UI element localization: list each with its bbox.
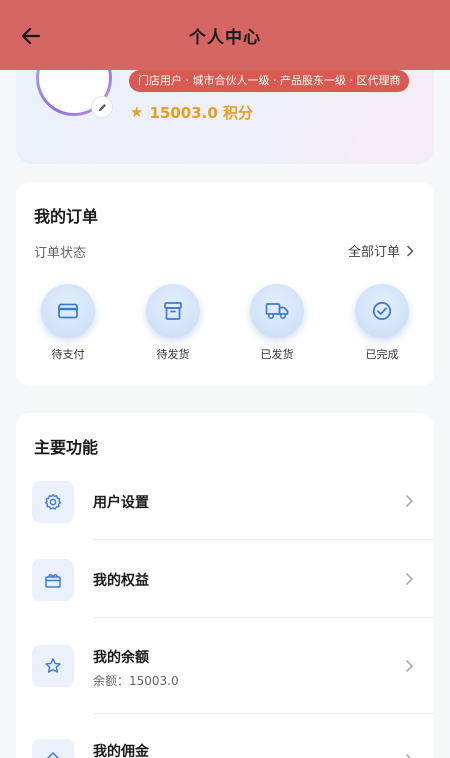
menu-item-my-benefits[interactable]: 我的权益 [16,557,434,635]
truck-icon [265,303,289,320]
points-display[interactable]: ★ 15003.0 积分 [130,102,253,123]
pencil-icon [98,103,106,111]
balance-amount: 余额：15003.0 [93,674,179,688]
all-orders-label: 全部订单 [347,245,400,260]
menu-item-label: 我的余额 [93,650,149,666]
func-icon-box [32,559,74,601]
menu-item-user-settings[interactable]: 用户设置 [16,479,434,557]
main-functions-card: 主要功能 用户设置 我的权益 我的余额 余额：15003.0 我的佣金 [16,413,434,758]
chevron-right-icon [406,573,414,585]
divider [93,617,434,618]
order-status-label: 订单状态 [34,246,87,261]
orders-title: 我的订单 [34,207,99,226]
order-icon-circle [355,284,409,338]
func-icon-box [32,739,74,758]
star-icon [45,658,61,673]
order-status-list: 待支付 待发货 已发货 已完成 [16,284,434,374]
menu-item-label: 我的权益 [93,573,149,589]
chevron-right-icon [406,495,414,507]
divider [93,713,434,714]
card-icon [58,303,78,319]
chevron-right-icon [407,245,414,256]
diamond-icon [46,751,60,758]
chevron-right-icon [406,660,414,672]
functions-title: 主要功能 [34,438,99,457]
top-nav-bar: 个人中心 [0,0,450,70]
order-status-pending-payment[interactable]: 待支付 [28,284,108,362]
orders-card: 我的订单 订单状态 全部订单 待支付 待发货 已发货 已完成 [16,182,434,386]
order-status-label: 待发货 [156,348,190,361]
back-button[interactable] [16,21,46,51]
gift-icon [45,574,61,588]
order-icon-circle [41,284,95,338]
order-status-label: 已发货 [260,348,294,361]
gear-icon [44,493,62,510]
arrow-left-icon [21,27,41,45]
menu-item-my-balance[interactable]: 我的余额 余额：15003.0 [16,643,434,739]
order-status-pending-shipment[interactable]: 待发货 [133,284,213,362]
order-status-label: 待支付 [51,348,85,361]
order-icon-circle [146,284,200,338]
chevron-right-icon [406,754,412,758]
box-icon [164,302,182,320]
points-value: 15003.0 积分 [149,104,253,122]
menu-item-label: 用户设置 [93,495,149,511]
func-icon-box [32,645,74,687]
func-icon-box [32,481,74,523]
order-status-label: 已完成 [365,348,399,361]
page-title: 个人中心 [189,27,261,48]
star-icon: ★ [130,103,144,121]
divider [93,539,434,540]
order-status-shipped[interactable]: 已发货 [237,284,317,362]
roles-badge: 门店用户 · 城市合伙人一级 · 产品股东一级 · 区代理商 [129,70,410,92]
order-icon-circle [250,284,304,338]
menu-item-label: 我的佣金 [93,744,149,758]
order-status-completed[interactable]: 已完成 [342,284,422,362]
edit-avatar-button[interactable] [91,96,113,118]
profile-page: 门店用户 · 城市合伙人一级 · 产品股东一级 · 区代理商 ★ 15003.0… [0,0,450,758]
menu-item-my-commission[interactable]: 我的佣金 [16,739,434,758]
check-circle-icon [372,301,392,321]
all-orders-link[interactable]: 全部订单 [348,241,414,260]
